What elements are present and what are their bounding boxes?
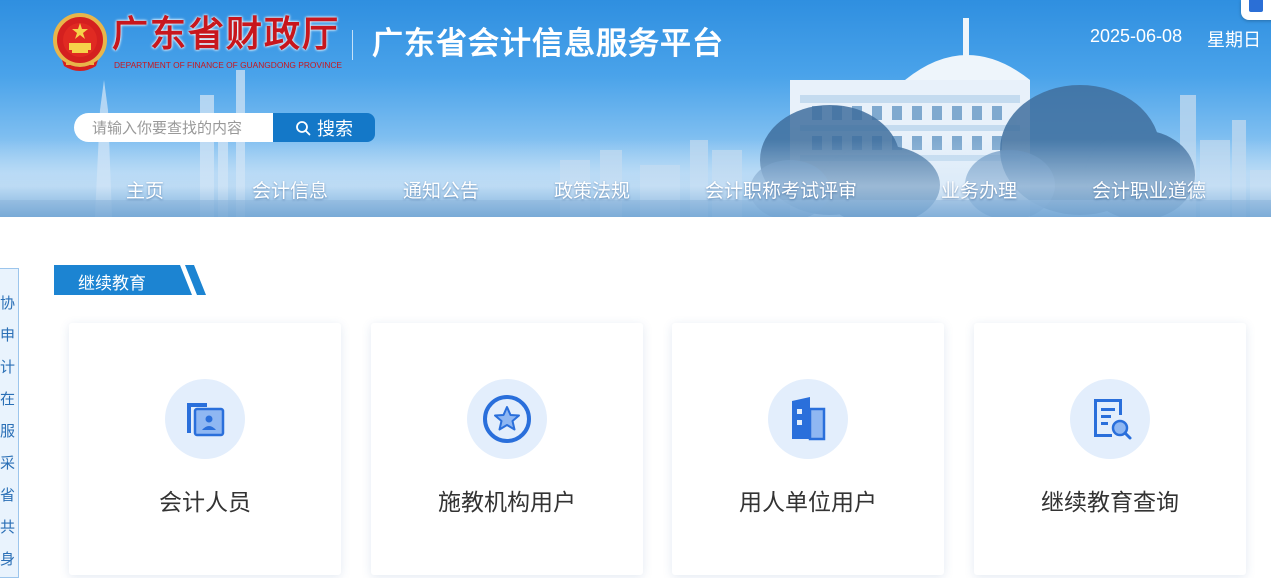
search-button[interactable]: 搜索 (273, 113, 375, 142)
corner-widget[interactable] (1241, 0, 1271, 20)
card-education-query[interactable]: 继续教育查询 (974, 323, 1246, 575)
section-title: 继续教育 (78, 274, 146, 294)
nav-item-exam-review[interactable]: 会计职称考试评审 (705, 176, 857, 203)
card-label: 会计人员 (159, 490, 251, 516)
side-tab-char: 计 (0, 358, 16, 376)
search-icon (296, 120, 311, 135)
side-tab-char: 服 (0, 422, 16, 440)
title-divider (352, 30, 353, 60)
nav-item-business[interactable]: 业务办理 (941, 176, 1017, 203)
building-icon (792, 397, 826, 441)
main-nav: 主页 会计信息 通知公告 政策法规 会计职称考试评审 业务办理 会计职业道德 (0, 176, 1271, 206)
header-banner: 广东省财政厅 DEPARTMENT OF FINANCE OF GUANGDON… (0, 0, 1271, 217)
card-label: 继续教育查询 (1041, 490, 1179, 516)
corner-widget-icon (1249, 0, 1263, 12)
side-tab-char: 在 (0, 390, 16, 408)
card-employer[interactable]: 用人单位用户 (672, 323, 944, 575)
department-name: 广东省财政厅 (112, 13, 341, 55)
department-name-english: DEPARTMENT OF FINANCE OF GUANGDONG PROVI… (114, 60, 343, 70)
search-input[interactable] (74, 113, 274, 142)
nav-item-notices[interactable]: 通知公告 (403, 176, 479, 203)
side-tab-char: 身 (0, 550, 16, 568)
card-icon-circle (768, 379, 848, 459)
current-weekday: 星期日 (1207, 30, 1261, 51)
side-tab-char: 采 (0, 454, 16, 472)
card-icon-circle (467, 379, 547, 459)
side-tab-char: 申 (0, 326, 16, 344)
nav-item-home[interactable]: 主页 (126, 176, 164, 203)
nav-item-policies[interactable]: 政策法规 (554, 176, 630, 203)
national-emblem-icon (53, 13, 107, 71)
card-label: 施教机构用户 (438, 490, 576, 516)
person-card-icon (187, 403, 225, 437)
card-icon-circle (165, 379, 245, 459)
search-button-label: 搜索 (317, 118, 353, 140)
card-accountant[interactable]: 会计人员 (69, 323, 341, 575)
current-date: 2025-06-08 (1090, 26, 1183, 46)
card-training-institution[interactable]: 施教机构用户 (371, 323, 643, 575)
platform-title: 广东省会计信息服务平台 (372, 26, 724, 62)
side-tab-char: 协 (0, 294, 16, 312)
card-icon-circle (1070, 379, 1150, 459)
star-badge-icon (483, 395, 531, 443)
side-floating-tab[interactable]: 协 申 计 在 服 采 省 共 身 (0, 268, 19, 578)
nav-item-accounting-info[interactable]: 会计信息 (252, 176, 328, 203)
card-label: 用人单位用户 (739, 490, 877, 516)
side-tab-char: 共 (0, 518, 16, 536)
nav-item-ethics[interactable]: 会计职业道德 (1092, 176, 1206, 203)
document-search-icon (1094, 399, 1132, 440)
side-tab-char: 省 (0, 486, 16, 504)
